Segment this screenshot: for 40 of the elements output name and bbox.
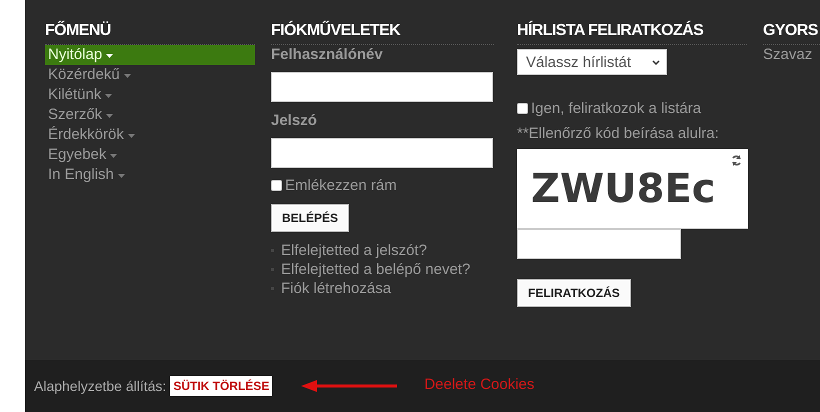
caret-icon <box>105 94 112 98</box>
caret-icon <box>128 134 135 138</box>
menu-item[interactable]: Egyebek <box>45 145 255 165</box>
captcha-field[interactable] <box>517 229 681 259</box>
menu-item[interactable]: In English <box>45 165 255 185</box>
newsletter-dropdown[interactable]: Válassz hírlistát <box>517 49 667 75</box>
section-heading: HÍRLISTA FELIRATKOZÁS <box>517 20 747 45</box>
caret-icon <box>118 174 125 178</box>
link[interactable]: Elfelejtetted a jelszót? <box>281 241 427 260</box>
subscribe-button[interactable]: FELIRATKOZÁS <box>517 279 631 307</box>
menu-item[interactable]: Közérdekű <box>45 65 255 85</box>
annotation-text: Deelete Cookies <box>424 376 534 392</box>
username-field[interactable] <box>271 72 493 102</box>
checkbox[interactable] <box>271 180 282 191</box>
refresh-icon[interactable] <box>731 155 742 166</box>
link[interactable]: Fiók létrehozása <box>281 279 392 298</box>
menu-item[interactable]: Kilétünk <box>45 85 255 105</box>
section-heading: FIÓKMŰVELETEK <box>271 20 494 45</box>
login-button[interactable]: BELÉPÉS <box>271 204 350 232</box>
section-heading: GYORS <box>763 20 820 45</box>
checkbox-label: Igen, feliratkozok a listára <box>531 100 702 117</box>
delete-cookies-button[interactable]: SÜTIK TÖRLÉSE <box>170 376 272 396</box>
menu-item[interactable]: Érdekkörök <box>45 125 255 145</box>
caret-icon <box>110 154 118 158</box>
menu-item[interactable]: Nyitólap <box>45 45 255 65</box>
password-field[interactable] <box>271 138 493 168</box>
checkbox[interactable] <box>517 103 528 114</box>
chevron-icon <box>652 60 660 64</box>
menu-item[interactable]: Szavaz <box>763 46 820 63</box>
captcha-image: ZWU8Ec <box>517 149 748 229</box>
caret-icon <box>106 114 114 118</box>
field-label: Jelszó <box>271 112 318 129</box>
caret-icon <box>124 74 131 78</box>
caret-icon <box>106 54 114 58</box>
field-label: Felhasználónév <box>271 46 384 63</box>
link[interactable]: Elfelejtetted a belépő nevet? <box>281 260 470 279</box>
checkbox-label: Emlékezzen rám <box>285 177 397 194</box>
captcha-label: **Ellenőrző kód beírása alulra: <box>517 125 720 142</box>
reset-label: Alaphelyzetbe állítás: <box>34 378 166 394</box>
menu-item[interactable]: Szerzők <box>45 105 255 125</box>
